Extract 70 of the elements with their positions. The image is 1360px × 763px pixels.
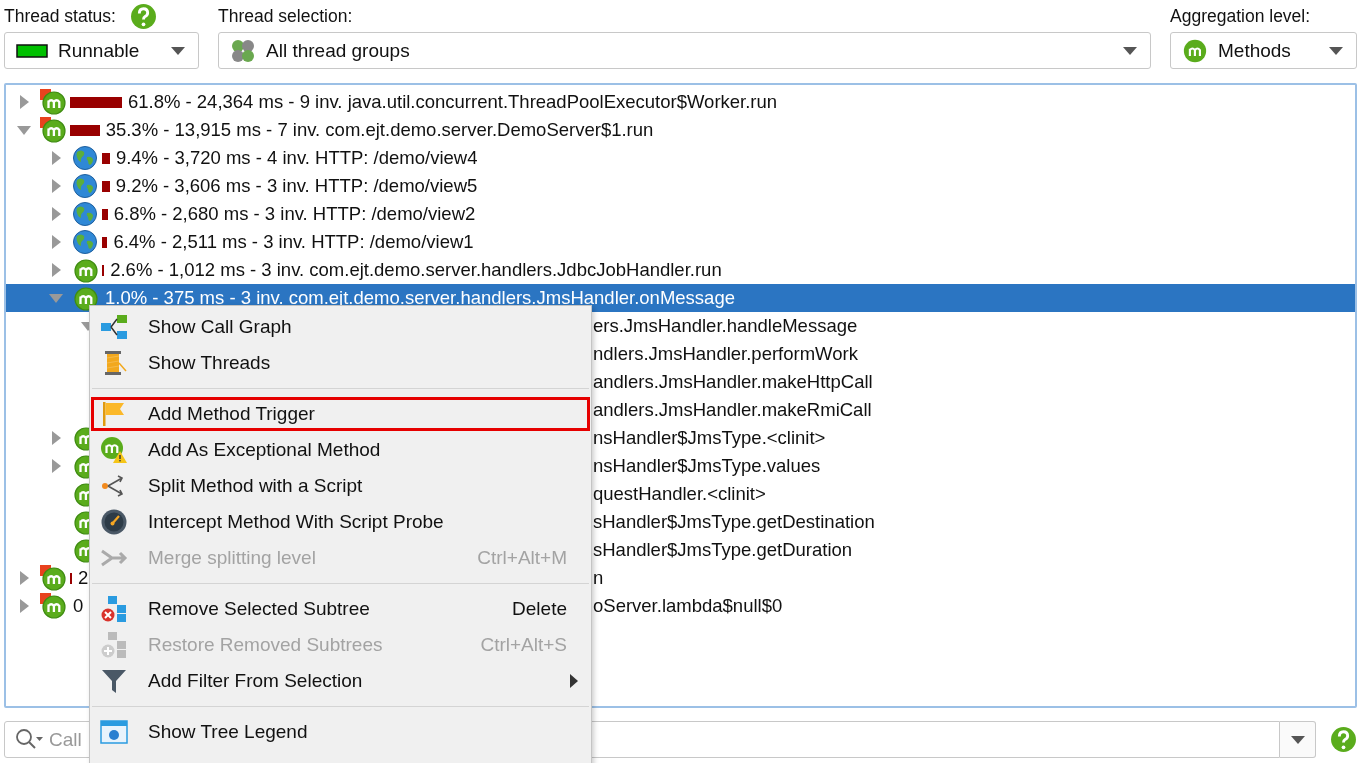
method-icon — [1182, 37, 1208, 64]
dropdown[interactable]: Methods — [1170, 32, 1357, 69]
menu-item[interactable]: Show Call Graph — [90, 309, 591, 345]
row-text: 61.8% - 24,364 ms - 9 inv. java.util.concurrent.ThreadPoolExecutor$Worker.run — [127, 91, 778, 113]
filter-label: Thread status: — [4, 5, 116, 27]
search-icon — [14, 727, 44, 751]
tree-row[interactable]: 1.0% - 375 ms - 3 inv. com.ejt.demo.server.handlers.JmsHandler.onMessage — [6, 284, 1355, 312]
method-icon — [71, 256, 99, 284]
row-text[interactable]: nsHandler$JmsType.<clinit> — [593, 427, 826, 449]
menu-item[interactable]: Intercept Method With Script Probe — [90, 504, 591, 540]
dropdown-button[interactable] — [1280, 721, 1316, 758]
row-text: 2 — [78, 567, 89, 589]
row-text[interactable]: sHandler$JmsType.getDuration — [593, 539, 853, 561]
menu-item[interactable]: Add Method Trigger — [90, 396, 591, 432]
tree-row[interactable]: 61.8% - 24,364 ms - 9 inv. java.util.concurrent.ThreadPoolExecutor$Worker.run — [6, 88, 1355, 116]
row-text: 1.0% - 375 ms - 3 inv. com.ejt.demo.server.handlers.JmsHandler.onMessage — [105, 287, 735, 309]
row-text[interactable]: questHandler.<clinit> — [593, 483, 766, 505]
filter-label: Thread selection: — [218, 5, 353, 27]
row-text[interactable]: ndlers.JmsHandler.performWork — [593, 343, 858, 365]
tree-row[interactable]: 35.3% - 13,915 ms - 7 inv. com.ejt.demo.server.DemoServer$1.run — [6, 116, 1355, 144]
globe-icon — [71, 144, 99, 172]
row-text: 6.8% - 2,680 ms - 3 inv. HTTP: /demo/view2 — [113, 203, 476, 225]
row-text: 6.4% - 2,511 ms - 3 inv. HTTP: /demo/view1 — [113, 231, 474, 253]
help-icon[interactable] — [1330, 726, 1357, 753]
funnel-icon — [100, 667, 128, 695]
globe-icon — [71, 228, 99, 256]
globe-icon — [71, 172, 99, 200]
row-text[interactable]: oServer.lambda$null$0 — [593, 595, 783, 617]
thread-groups-icon — [230, 37, 256, 64]
status-swatch-icon — [16, 43, 48, 58]
tree-row[interactable]: 6.8% - 2,680 ms - 3 inv. HTTP: /demo/view2 — [6, 200, 1355, 228]
row-text[interactable]: sHandler$JmsType.getDestination — [593, 511, 875, 533]
menu-item[interactable]: Show Threads — [90, 345, 591, 381]
dropdown[interactable]: Runnable — [4, 32, 199, 69]
caret-icon — [1289, 734, 1306, 745]
remove-subtree-icon — [100, 595, 128, 623]
menu-item[interactable]: Remove Selected Subtree Delete — [90, 591, 591, 627]
flagged-method-icon — [39, 592, 67, 620]
menu-item[interactable]: Add Filter From Selection — [90, 663, 591, 699]
row-text: 9.2% - 3,606 ms - 3 inv. HTTP: /demo/view5 — [115, 175, 478, 197]
row-text: 35.3% - 13,915 ms - 7 inv. com.ejt.demo.server.DemoServer$1.run — [105, 119, 654, 141]
menu-item[interactable]: Add As Exceptional Method — [90, 432, 591, 468]
dropdown[interactable]: All thread groups — [218, 32, 1151, 69]
flagged-method-icon — [39, 88, 67, 116]
tree-row[interactable]: 9.2% - 3,606 ms - 3 inv. HTTP: /demo/view5 — [6, 172, 1355, 200]
globe-icon — [71, 200, 99, 228]
row-text[interactable]: ers.JmsHandler.handleMessage — [593, 315, 858, 337]
flagged-method-icon — [39, 564, 67, 592]
caret-icon — [1328, 45, 1344, 56]
flagged-method-icon — [39, 116, 67, 144]
tree-row[interactable]: 6.4% - 2,511 ms - 3 inv. HTTP: /demo/view1 — [6, 228, 1355, 256]
tree-row[interactable]: 2.6% - 1,012 ms - 3 inv. com.ejt.demo.server.handlers.JdbcJobHandler.run — [6, 256, 1355, 284]
filter-label: Aggregation level: — [1170, 5, 1311, 27]
row-text[interactable]: andlers.JmsHandler.makeRmiCall — [593, 399, 872, 421]
help-icon[interactable] — [129, 2, 157, 30]
info-window-icon — [100, 718, 128, 746]
row-text[interactable]: andlers.JmsHandler.makeHttpCall — [593, 371, 873, 393]
row-text: 0 — [73, 595, 84, 617]
row-text: 9.4% - 3,720 ms - 4 inv. HTTP: /demo/view4 — [115, 147, 478, 169]
gauge-icon — [100, 508, 128, 536]
restore-subtree-icon — [100, 631, 128, 659]
method-warning-icon — [100, 436, 128, 464]
row-text[interactable]: n — [593, 567, 604, 589]
caret-icon — [170, 45, 186, 56]
menu-item[interactable]: Split Method with a Script — [90, 468, 591, 504]
row-text: 2.6% - 1,012 ms - 3 inv. com.ejt.demo.server.handlers.JdbcJobHandler.run — [110, 259, 722, 281]
row-text[interactable]: nsHandler$JmsType.values — [593, 455, 821, 477]
tree-row[interactable]: 9.4% - 3,720 ms - 4 inv. HTTP: /demo/view4 — [6, 144, 1355, 172]
caret-icon — [1122, 45, 1138, 56]
call-graph-icon — [100, 313, 128, 341]
